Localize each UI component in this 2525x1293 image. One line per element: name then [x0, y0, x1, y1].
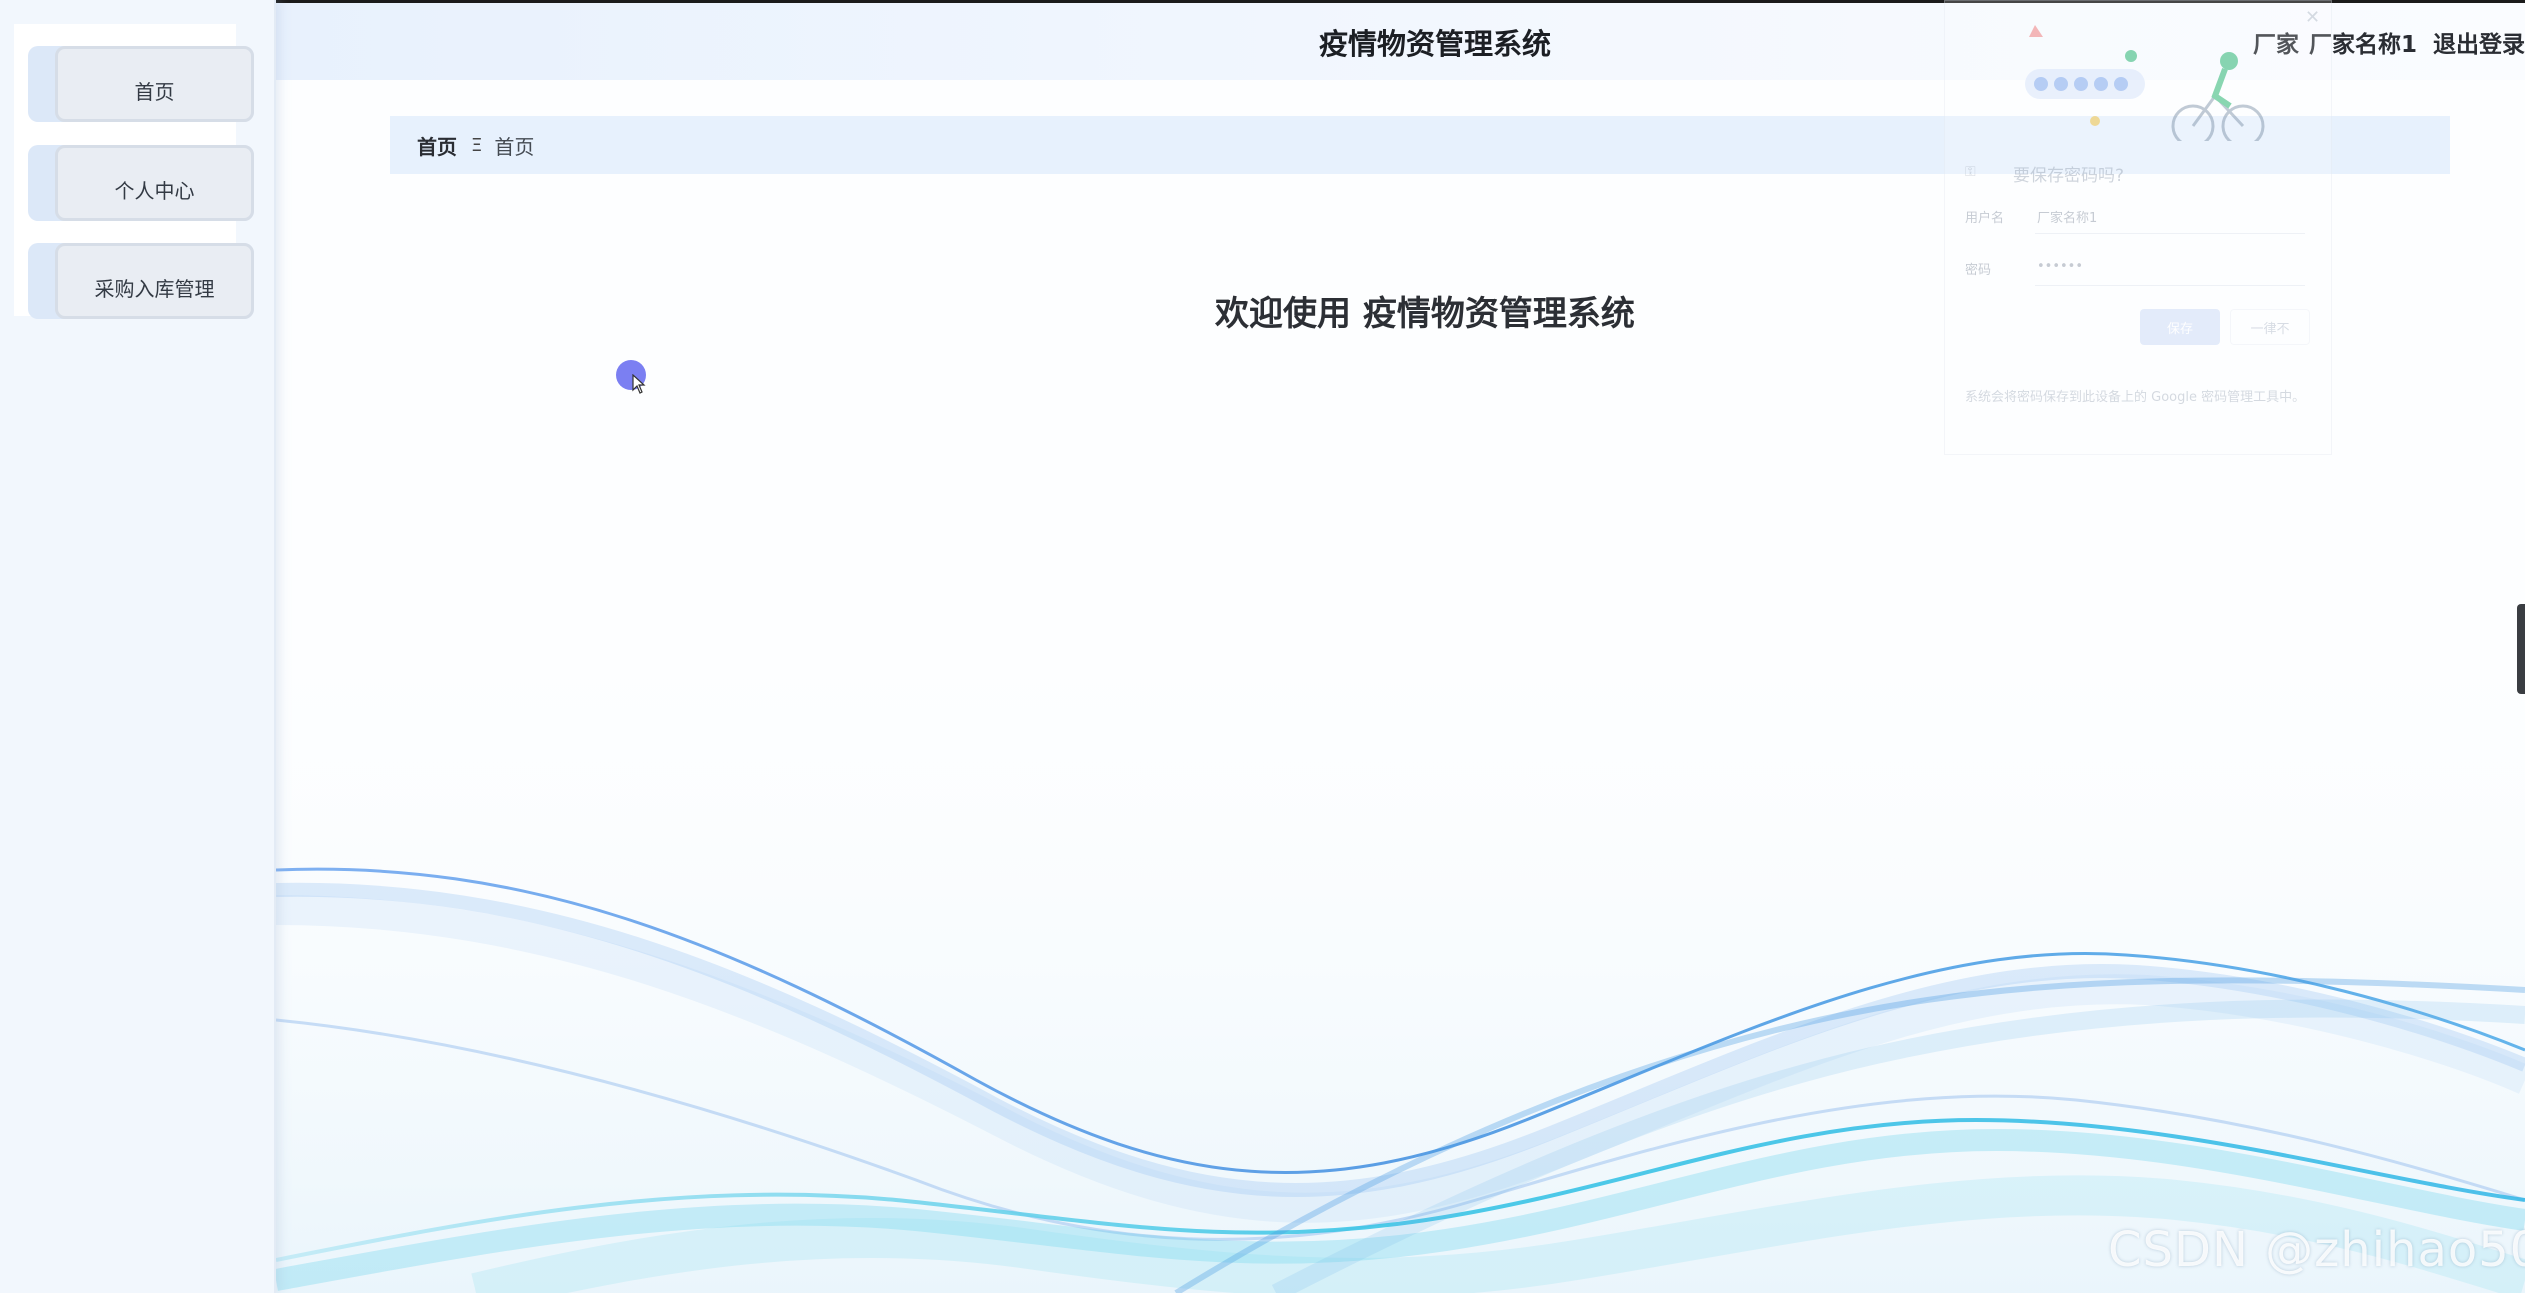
watermark: CSDN @zhihao501: [2108, 1222, 2525, 1278]
save-password-button[interactable]: 保存: [2140, 309, 2220, 345]
password-popup-password-label: 密码: [1965, 263, 1992, 278]
sidebar-item-personal-center[interactable]: 个人中心: [28, 145, 254, 221]
divider: [2035, 285, 2305, 286]
password-popup-username-label: 用户名: [1965, 211, 2005, 226]
breadcrumb-root[interactable]: 首页: [417, 131, 457, 160]
password-popup-title: 要保存密码吗?: [2013, 166, 2125, 186]
app-page: 首页 个人中心 采购入库管理 疫情物资管理系统 厂家 厂家名称1 退出登录 ✕: [0, 0, 2525, 1293]
background-waves: [276, 560, 2525, 1293]
logout-button[interactable]: 退出登录: [2433, 25, 2525, 59]
sidebar-item-home[interactable]: 首页: [28, 46, 254, 122]
sidebar-item-label: 首页: [55, 46, 254, 122]
password-popup-username-value[interactable]: 厂家名称1: [2037, 207, 2097, 226]
scrollbar-handle[interactable]: [2517, 604, 2525, 694]
breadcrumb-separator-icon: Ξ: [471, 134, 483, 156]
password-popup-note: 系统会将密码保存到此设备上的 Google 密码管理工具中。: [1965, 390, 2306, 405]
sidebar-item-label: 个人中心: [55, 145, 254, 221]
key-icon: ⚿: [1965, 164, 1976, 180]
app-title: 疫情物资管理系统: [1319, 27, 1552, 61]
sidebar-item-label: 采购入库管理: [55, 243, 254, 319]
breadcrumb-current: 首页: [494, 134, 535, 159]
close-icon[interactable]: ✕: [2305, 7, 2320, 28]
mouse-pointer-icon: [632, 374, 646, 394]
welcome-heading: 欢迎使用 疫情物资管理系统: [1215, 294, 1635, 334]
sidebar: 首页 个人中心 采购入库管理: [0, 0, 276, 1293]
sidebar-item-purchase-inbound[interactable]: 采购入库管理: [28, 243, 254, 319]
cyclist-illustration-icon: [2025, 25, 2265, 141]
password-popup-password-value[interactable]: ••••••: [2037, 259, 2083, 274]
password-save-popup: ✕ ⚿ 要保存密码吗? 用户名 厂家名称1 密码 •••••• 保存 一律不 系…: [1944, 0, 2332, 455]
never-save-button[interactable]: 一律不: [2230, 309, 2310, 345]
divider: [2035, 233, 2305, 234]
